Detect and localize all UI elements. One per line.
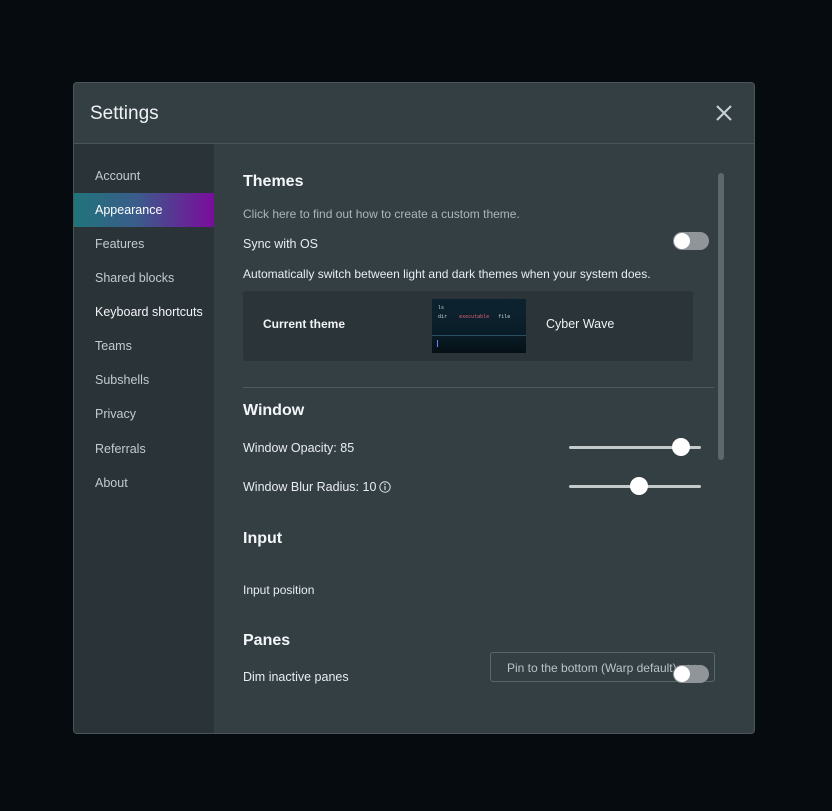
preview-file: file <box>498 314 511 320</box>
section-divider <box>243 387 714 388</box>
sidebar-item-teams[interactable]: Teams <box>74 329 214 363</box>
window-blur-label-row: Window Blur Radius: 10 <box>243 480 392 494</box>
dim-inactive-panes-toggle[interactable] <box>673 665 709 683</box>
preview-dir: dir <box>438 314 448 320</box>
window-opacity-label: Window Opacity: 85 <box>243 441 355 455</box>
window-opacity-thumb[interactable] <box>672 438 690 456</box>
themes-heading: Themes <box>243 173 304 190</box>
preview-divider <box>432 335 526 336</box>
toggle-knob <box>674 233 690 249</box>
input-position-value: Pin to the bottom (Warp default) <box>507 661 677 675</box>
preview-line-2: dir executable file <box>438 314 510 320</box>
sidebar-item-referrals[interactable]: Referrals <box>74 432 214 466</box>
input-position-label: Input position <box>243 583 315 597</box>
settings-content: Themes Click here to find out how to cre… <box>214 144 754 733</box>
dim-inactive-panes-label: Dim inactive panes <box>243 670 349 684</box>
sidebar-item-subshells[interactable]: Subshells <box>74 363 214 397</box>
toggle-knob <box>674 666 690 682</box>
sidebar-item-about[interactable]: About <box>74 466 214 500</box>
current-theme-label: Current theme <box>263 317 346 331</box>
custom-theme-link[interactable]: Click here to find out how to create a c… <box>243 207 520 221</box>
sidebar-item-keyboard-shortcuts[interactable]: Keyboard shortcuts <box>74 295 214 329</box>
sidebar-item-appearance[interactable]: Appearance <box>74 193 214 227</box>
info-icon[interactable] <box>379 481 392 493</box>
panes-heading: Panes <box>243 632 291 649</box>
current-theme-card[interactable]: Current theme ls dir executable file Cyb… <box>243 291 693 361</box>
input-heading: Input <box>243 530 283 547</box>
settings-dialog: Settings Account Appearance Features Sha… <box>73 82 755 734</box>
sync-with-os-toggle[interactable] <box>673 232 709 250</box>
content-scrollbar[interactable] <box>718 173 724 460</box>
sidebar-item-shared-blocks[interactable]: Shared blocks <box>74 261 214 295</box>
sync-description: Automatically switch between light and d… <box>243 267 651 281</box>
preview-line-1: ls <box>438 305 445 311</box>
dialog-header: Settings <box>74 83 754 144</box>
window-blur-label: Window Blur Radius: 10 <box>243 480 377 494</box>
settings-sidebar: Account Appearance Features Shared block… <box>74 144 214 733</box>
close-button[interactable] <box>714 103 734 123</box>
current-theme-name: Cyber Wave <box>546 317 615 331</box>
preview-executable: executable <box>459 314 490 320</box>
sidebar-item-account[interactable]: Account <box>74 159 214 193</box>
window-blur-thumb[interactable] <box>630 477 648 495</box>
preview-cursor <box>437 340 438 347</box>
sync-with-os-label: Sync with OS <box>243 237 319 251</box>
sidebar-item-privacy[interactable]: Privacy <box>74 397 214 431</box>
window-heading: Window <box>243 402 305 419</box>
theme-preview: ls dir executable file <box>432 299 526 353</box>
sidebar-item-features[interactable]: Features <box>74 227 214 261</box>
close-icon <box>716 105 732 121</box>
dialog-title: Settings <box>90 103 159 124</box>
